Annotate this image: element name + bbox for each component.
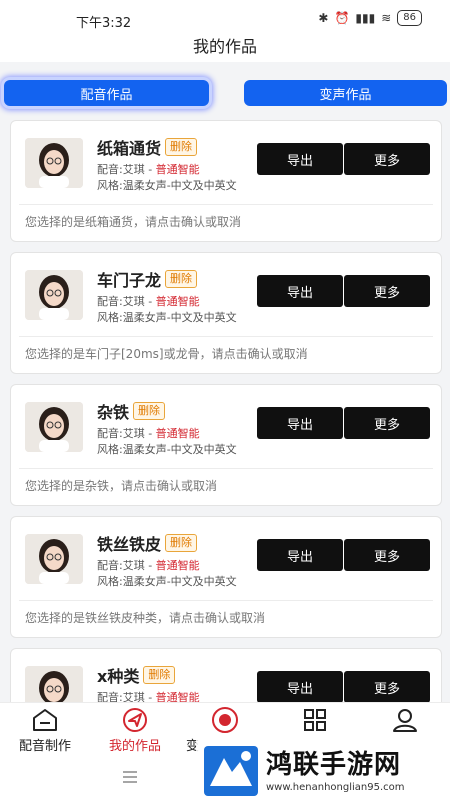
style-info: 风格:温柔女声-中文及中英文 xyxy=(97,575,237,588)
watermark-url: www.henanhonglian95.com xyxy=(266,782,405,793)
avatar xyxy=(25,270,83,320)
more-button[interactable]: 更多 xyxy=(344,143,430,175)
voice-label: 配音:艾琪 - xyxy=(97,295,156,308)
delete-badge[interactable]: 删除 xyxy=(143,666,176,684)
menu-icon[interactable] xyxy=(122,770,138,784)
divider xyxy=(19,204,433,205)
bluetooth-icon: ✱ xyxy=(318,11,329,25)
work-title-row: 车门子龙 删除 xyxy=(97,267,198,291)
site-watermark: 鸿联手游网 www.henanhonglian95.com xyxy=(196,740,450,800)
delete-badge[interactable]: 删除 xyxy=(165,138,198,156)
grid-icon xyxy=(304,709,326,731)
work-card: x种类 删除 配音:艾琪 - 普通智能 导出 更多 xyxy=(10,648,442,702)
user-icon xyxy=(393,709,417,732)
more-button[interactable]: 更多 xyxy=(344,407,430,439)
work-name: 车门子龙 xyxy=(97,271,162,290)
watermark-title: 鸿联手游网 xyxy=(266,750,402,780)
voice-label: 配音:艾琪 - xyxy=(97,559,156,572)
avatar xyxy=(25,138,83,188)
voice-info: 配音:艾琪 - 普通智能 xyxy=(97,557,200,573)
divider xyxy=(19,600,433,601)
work-name: 杂铁 xyxy=(97,403,130,422)
wifi-icon: ≋ xyxy=(381,11,392,25)
voice-type: 普通智能 xyxy=(155,163,200,176)
delete-badge[interactable]: 删除 xyxy=(165,534,198,552)
more-button[interactable]: 更多 xyxy=(344,275,430,307)
work-title-row: x种类 删除 xyxy=(97,663,176,687)
more-button[interactable]: 更多 xyxy=(344,539,430,571)
status-bar: 下午3:32 ✱ ⏰ ▮▮▮ ≋ 86 xyxy=(0,0,450,34)
signal-icon: ▮▮▮ xyxy=(355,11,376,25)
work-name: x种类 xyxy=(97,667,140,686)
export-button[interactable]: 导出 xyxy=(257,407,343,439)
more-button[interactable]: 更多 xyxy=(344,671,430,702)
works-list[interactable]: 配音作品 变声作品 纸箱通货 删除 配音:艾琪 - 普通智能 风格:温柔女声-中… xyxy=(0,62,450,702)
confirm-prompt: 您选择的是车门子[20ms]或龙骨，请点击确认或取消 xyxy=(25,347,308,361)
voice-info: 配音:艾琪 - 普通智能 xyxy=(97,689,200,702)
watermark-logo-icon xyxy=(204,746,258,796)
confirm-prompt: 您选择的是杂铁，请点击确认或取消 xyxy=(25,479,218,493)
work-name: 铁丝铁皮 xyxy=(97,535,162,554)
confirm-prompt: 您选择的是纸箱通货，请点击确认或取消 xyxy=(25,215,242,229)
voice-label: 配音:艾琪 - xyxy=(97,691,156,702)
delete-badge[interactable]: 删除 xyxy=(133,402,166,420)
divider xyxy=(19,468,433,469)
work-title-row: 杂铁 删除 xyxy=(97,399,166,423)
voice-info: 配音:艾琪 - 普通智能 xyxy=(97,161,200,177)
delete-badge[interactable]: 删除 xyxy=(165,270,198,288)
export-button[interactable]: 导出 xyxy=(257,539,343,571)
voice-info: 配音:艾琪 - 普通智能 xyxy=(97,293,200,309)
tab-voice-change-works[interactable]: 变声作品 xyxy=(244,80,447,106)
voice-type: 普通智能 xyxy=(155,295,200,308)
tab-dubbing-make[interactable]: 配音制作 xyxy=(0,705,90,757)
record-icon xyxy=(212,707,238,733)
battery-indicator: 86 xyxy=(397,10,422,26)
tab-label: 配音制作 xyxy=(18,739,71,754)
work-title-row: 纸箱通货 删除 xyxy=(97,135,198,159)
divider xyxy=(19,336,433,337)
voice-label: 配音:艾琪 - xyxy=(97,163,156,176)
status-icons: ✱ ⏰ ▮▮▮ ≋ 86 xyxy=(318,10,422,26)
voice-type: 普通智能 xyxy=(155,559,200,572)
tab-my-works[interactable]: 我的作品 xyxy=(90,705,180,757)
avatar xyxy=(25,666,83,702)
send-icon xyxy=(123,708,147,732)
work-card: 车门子龙 删除 配音:艾琪 - 普通智能 风格:温柔女声-中文及中英文 导出 更… xyxy=(10,252,442,374)
work-name: 纸箱通货 xyxy=(97,139,162,158)
style-info: 风格:温柔女声-中文及中英文 xyxy=(97,443,237,456)
work-card: 纸箱通货 删除 配音:艾琪 - 普通智能 风格:温柔女声-中文及中英文 导出 更… xyxy=(10,120,442,242)
alarm-icon: ⏰ xyxy=(334,11,350,25)
export-button[interactable]: 导出 xyxy=(257,275,343,307)
export-button[interactable]: 导出 xyxy=(257,143,343,175)
export-button[interactable]: 导出 xyxy=(257,671,343,702)
style-info: 风格:温柔女声-中文及中英文 xyxy=(97,179,237,192)
avatar xyxy=(25,534,83,584)
voice-type: 普通智能 xyxy=(155,427,200,440)
work-title-row: 铁丝铁皮 删除 xyxy=(97,531,198,555)
tab-dubbing-works[interactable]: 配音作品 xyxy=(4,80,209,106)
style-info: 风格:温柔女声-中文及中英文 xyxy=(97,311,237,324)
voice-info: 配音:艾琪 - 普通智能 xyxy=(97,425,200,441)
status-time: 下午3:32 xyxy=(76,16,132,31)
home-icon xyxy=(33,709,57,731)
work-card: 杂铁 删除 配音:艾琪 - 普通智能 风格:温柔女声-中文及中英文 导出 更多 … xyxy=(10,384,442,506)
confirm-prompt: 您选择的是铁丝铁皮种类，请点击确认或取消 xyxy=(25,611,266,625)
page-title: 我的作品 xyxy=(192,37,257,56)
work-card: 铁丝铁皮 删除 配音:艾琪 - 普通智能 风格:温柔女声-中文及中英文 导出 更… xyxy=(10,516,442,638)
avatar xyxy=(25,402,83,452)
tab-label: 我的作品 xyxy=(108,739,161,754)
voice-type: 普通智能 xyxy=(155,691,200,702)
voice-label: 配音:艾琪 - xyxy=(97,427,156,440)
